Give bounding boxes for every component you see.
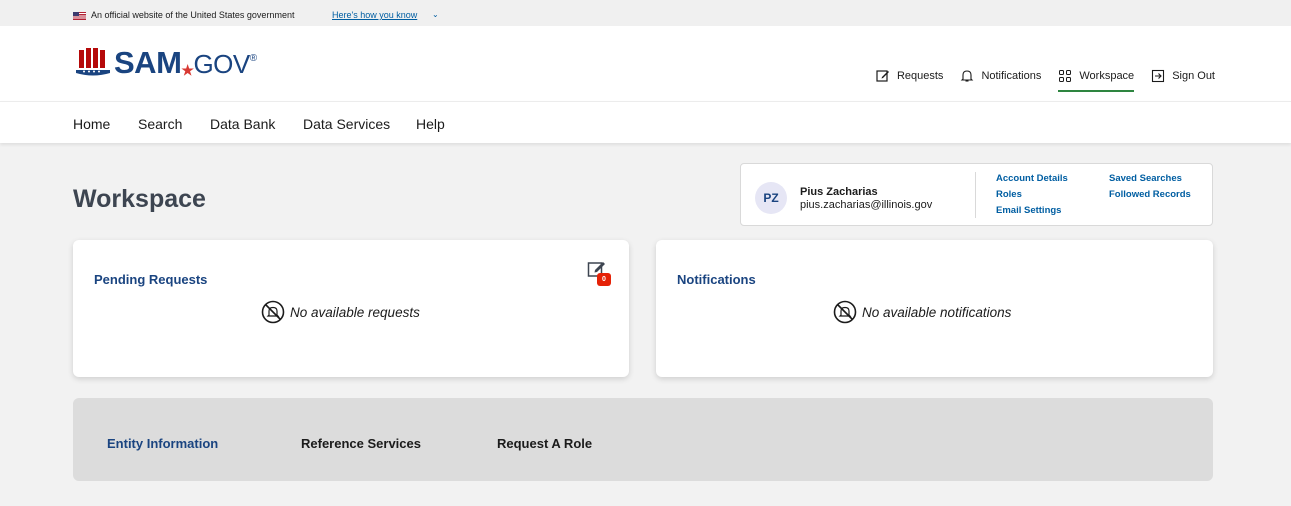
profile-divider [975,172,976,218]
notifications-empty-state: No available notifications [833,300,1011,324]
grid-icon [1059,70,1072,82]
sign-out-icon [1152,69,1165,83]
nav-help[interactable]: Help [416,116,445,132]
profile-name: Pius Zacharias [800,186,878,198]
notifications-link[interactable]: Notifications [960,66,1041,86]
saved-searches-link[interactable]: Saved Searches [1109,173,1182,184]
pending-requests-card: Pending Requests 0 No available requests [73,240,629,377]
logo-brand: SAM★GOV® [114,45,257,80]
gov-banner: An official website of the United States… [0,0,1291,26]
site-header: SAM★GOV® Requests Notifications Workspac… [0,26,1291,101]
pending-requests-edit[interactable]: 0 [587,257,613,289]
capitol-logo-icon [76,48,110,78]
avatar: PZ [755,182,787,214]
email-settings-link[interactable]: Email Settings [996,205,1061,216]
roles-link[interactable]: Roles [996,189,1022,200]
workspace-link[interactable]: Workspace [1058,66,1135,92]
followed-records-link[interactable]: Followed Records [1109,189,1191,200]
main-nav: Home Search Data Bank Data Services Help [0,101,1291,143]
no-bell-icon [833,300,857,324]
requests-empty-state: No available requests [261,300,420,324]
notifications-card: Notifications No available notifications [656,240,1213,377]
tab-request-a-role[interactable]: Request A Role [497,436,592,451]
pending-requests-title[interactable]: Pending Requests [94,272,207,287]
gov-banner-text: An official website of the United States… [91,10,295,20]
requests-label: Requests [896,70,944,82]
bell-icon [961,70,974,82]
sam-gov-logo[interactable]: SAM★GOV® [76,45,257,80]
page-title: Workspace [73,185,206,213]
heres-how-you-know-link[interactable]: Here's how you know [332,10,417,20]
workspace-label: Workspace [1079,70,1135,82]
profile-card: PZ Pius Zacharias pius.zacharias@illinoi… [740,163,1213,226]
edit-icon [876,70,889,82]
tab-entity-information[interactable]: Entity Information [107,436,218,451]
profile-email: pius.zacharias@illinois.gov [800,199,933,211]
notifications-label: Notifications [981,70,1042,82]
chevron-down-icon[interactable]: ⌄ [432,10,439,19]
requests-link[interactable]: Requests [876,66,943,86]
nav-search[interactable]: Search [138,116,182,132]
no-bell-icon [261,300,285,324]
workspace-tabs: Entity Information Reference Services Re… [73,398,1213,481]
sign-out-link[interactable]: Sign Out [1151,66,1215,86]
tab-reference-services[interactable]: Reference Services [301,436,421,451]
nav-data-bank[interactable]: Data Bank [210,116,275,132]
requests-count-badge: 0 [597,273,611,286]
notifications-empty-text: No available notifications [862,304,1012,320]
us-flag-icon [73,12,86,20]
notifications-title[interactable]: Notifications [677,272,756,287]
sign-out-label: Sign Out [1172,70,1215,82]
account-details-link[interactable]: Account Details [996,173,1068,184]
nav-data-services[interactable]: Data Services [303,116,390,132]
nav-home[interactable]: Home [73,116,110,132]
utility-nav: Requests Notifications Workspace Sign Ou… [859,66,1215,92]
requests-empty-text: No available requests [290,304,420,320]
